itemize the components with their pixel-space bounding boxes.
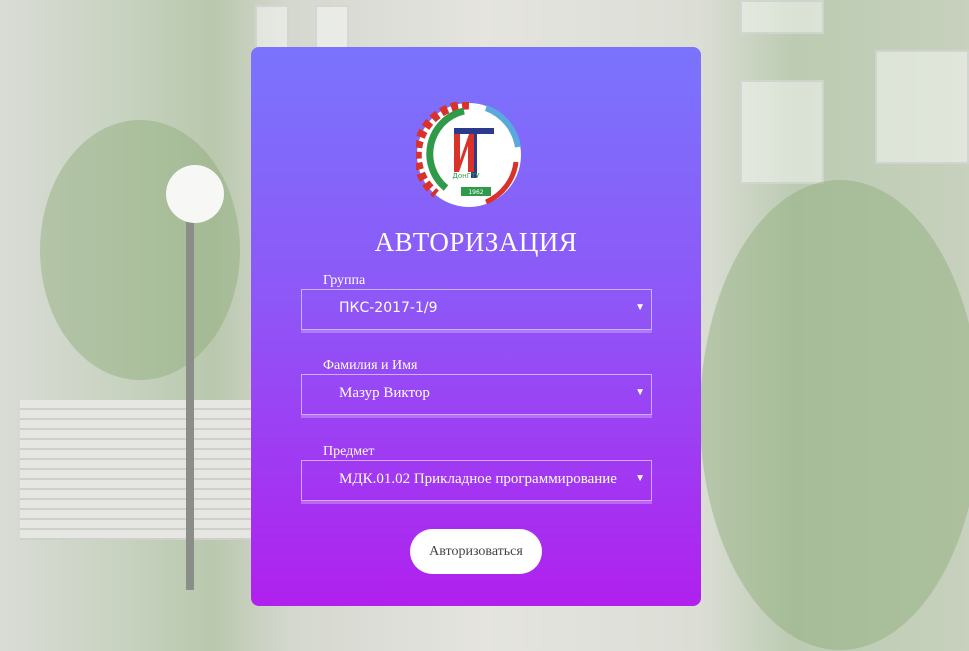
subject-label: Предмет bbox=[323, 444, 375, 459]
subject-select[interactable]: МДК.01.02 Прикладное программирование ▼ bbox=[301, 460, 652, 501]
name-select[interactable]: Мазур Виктор ▼ bbox=[301, 374, 652, 415]
login-card: ДонГТУ 1962 АВТОРИЗАЦИЯ Группа ПКС-2017-… bbox=[251, 47, 701, 606]
logo-year: 1962 bbox=[468, 189, 483, 196]
bg-tree bbox=[700, 180, 969, 650]
page-title: АВТОРИЗАЦИЯ bbox=[374, 227, 578, 257]
bg-lamp bbox=[166, 165, 224, 223]
bg-window bbox=[740, 80, 824, 184]
chevron-down-icon: ▼ bbox=[635, 473, 645, 484]
bg-lamp-post bbox=[186, 210, 194, 590]
bg-stairs bbox=[20, 400, 260, 540]
bg-window bbox=[315, 5, 349, 49]
name-value: Мазур Виктор bbox=[339, 385, 430, 401]
bg-window bbox=[875, 50, 969, 164]
group-label: Группа bbox=[323, 273, 366, 288]
login-button[interactable]: Авторизоваться bbox=[410, 529, 542, 574]
subject-value: МДК.01.02 Прикладное программирование bbox=[339, 471, 617, 487]
bg-window bbox=[255, 5, 289, 49]
group-value: ПКС-2017-1/9 bbox=[339, 300, 438, 316]
bg-window bbox=[740, 0, 824, 34]
college-logo: ДонГТУ 1962 bbox=[416, 102, 521, 207]
bg-tree bbox=[40, 120, 240, 380]
group-select[interactable]: ПКС-2017-1/9 ▼ bbox=[301, 289, 652, 330]
chevron-down-icon: ▼ bbox=[635, 387, 645, 398]
name-label: Фамилия и Имя bbox=[323, 358, 418, 373]
chevron-down-icon: ▼ bbox=[635, 302, 645, 313]
logo-subtext: ДонГТУ bbox=[452, 172, 480, 180]
